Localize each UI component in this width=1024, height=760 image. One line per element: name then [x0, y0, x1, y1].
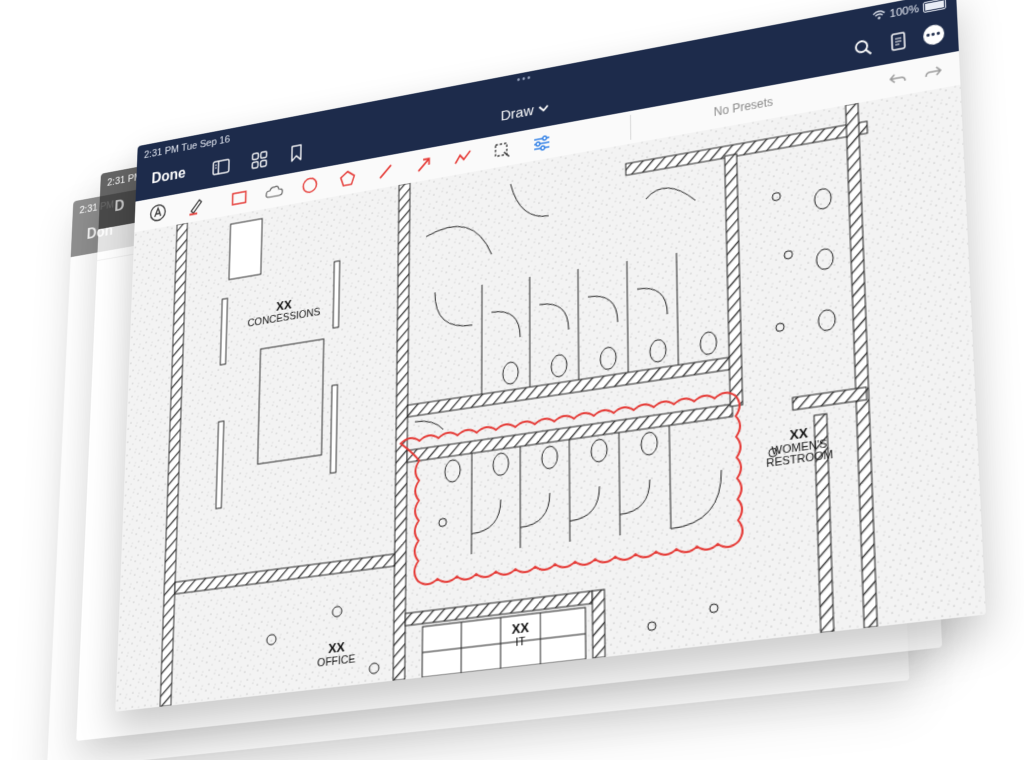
battery-icon — [923, 0, 946, 13]
status-indicators: 100% — [872, 0, 946, 24]
background-page-1-done: D — [114, 198, 124, 216]
mode-dropdown[interactable]: Draw — [501, 100, 549, 125]
battery-percent: 100% — [889, 3, 919, 20]
bookmark-icon[interactable] — [285, 139, 309, 167]
auto-shape-tool[interactable] — [148, 201, 168, 224]
polygon-tool[interactable] — [337, 167, 357, 191]
toolbar-divider — [630, 115, 631, 140]
more-icon[interactable]: ••• — [920, 20, 948, 51]
sidebar-icon[interactable] — [209, 153, 232, 181]
chevron-down-icon — [538, 104, 548, 113]
circle-tool[interactable] — [300, 173, 320, 197]
undo-icon[interactable] — [886, 66, 910, 92]
line-tool[interactable] — [375, 160, 395, 184]
stage: 2:31 PM Don 2:31 PM D 2:31 PM Tue Sep 16… — [0, 0, 1024, 760]
cloud-tool[interactable] — [264, 180, 284, 204]
redo-icon[interactable] — [921, 60, 945, 86]
rectangle-tool[interactable] — [229, 186, 249, 210]
presets-label[interactable]: No Presets — [714, 95, 774, 119]
multitasking-handle[interactable]: ••• — [517, 73, 533, 86]
grid-icon[interactable] — [248, 146, 271, 174]
search-icon[interactable] — [849, 33, 877, 63]
mode-title: Draw — [501, 102, 534, 124]
it-number: XX — [512, 619, 530, 637]
polyline-tool[interactable] — [453, 145, 474, 169]
pen-tool[interactable] — [186, 194, 206, 217]
arrow-tool[interactable] — [414, 153, 434, 177]
it-name: IT — [516, 635, 526, 649]
document-icon[interactable] — [884, 26, 912, 56]
lasso-select-tool[interactable] — [492, 138, 513, 162]
wifi-icon — [872, 9, 886, 24]
app-window: 2:31 PM Tue Sep 16 ••• 100% Done Draw ••… — [115, 0, 986, 712]
settings-sliders-tool[interactable] — [531, 131, 552, 156]
done-button[interactable]: Done — [151, 165, 186, 188]
